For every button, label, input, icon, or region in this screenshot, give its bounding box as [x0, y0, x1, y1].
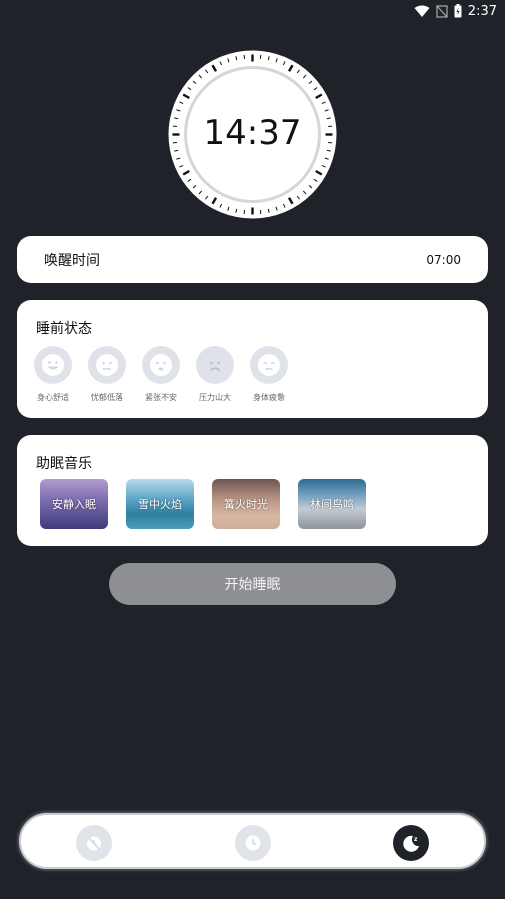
- smile-face-icon: [42, 354, 64, 376]
- track-label: 雪中火焰: [138, 498, 182, 511]
- signal-off-icon: [436, 4, 448, 18]
- start-sleep-button[interactable]: 开始睡眠: [109, 563, 396, 605]
- track-campfire-time[interactable]: 篝火时光: [212, 479, 280, 529]
- mood-comfortable[interactable]: 身心舒适: [34, 346, 72, 403]
- clock-icon: [245, 835, 261, 851]
- track-quiet-sleep[interactable]: 安静入眠: [40, 479, 108, 529]
- tired-face-icon: [258, 354, 280, 376]
- wake-time-label: 唤醒时间: [44, 252, 100, 269]
- moon-sleep-icon: z: [403, 835, 419, 852]
- track-label: 林间鸟鸣: [310, 498, 354, 511]
- status-bar: 2:37: [0, 0, 505, 22]
- track-fire-in-snow[interactable]: 雪中火焰: [126, 479, 194, 529]
- nav-alarm[interactable]: [76, 825, 112, 861]
- mood-stressed[interactable]: 压力山大: [196, 346, 234, 403]
- alarm-off-icon: [87, 836, 101, 851]
- frown-face-icon: [204, 354, 226, 376]
- wifi-icon: [414, 5, 430, 17]
- mood-anxious[interactable]: 紧张不安: [142, 346, 180, 403]
- track-label: 安静入眠: [52, 498, 96, 511]
- mood-tired[interactable]: 身体疲惫: [250, 346, 288, 403]
- sleep-music-title: 助眠音乐: [36, 456, 92, 472]
- nav-sleep[interactable]: z: [393, 825, 429, 861]
- nav-clock[interactable]: [235, 825, 271, 861]
- mood-label: 忧郁低落: [91, 393, 123, 402]
- sleep-state-title: 睡前状态: [36, 321, 92, 337]
- sleep-music-card: 助眠音乐 安静入眠 雪中火焰 篝火时光 林间鸟鸣: [17, 435, 488, 546]
- sleep-state-card: 睡前状态 身心舒适 忧郁低落 紧张不安 压力山大 身体疲惫: [17, 300, 488, 418]
- track-label: 篝火时光: [224, 498, 268, 511]
- wake-time-value: 07:00: [426, 252, 461, 267]
- bottom-nav: z: [19, 813, 486, 869]
- wake-time-row[interactable]: 唤醒时间 07:00: [17, 236, 488, 283]
- mood-depressed[interactable]: 忧郁低落: [88, 346, 126, 403]
- mood-label: 紧张不安: [145, 393, 177, 402]
- clock-dial: 14:37: [168, 50, 337, 219]
- status-time: 2:37: [467, 3, 497, 19]
- battery-icon: [454, 4, 462, 18]
- svg-text:z: z: [414, 836, 418, 843]
- mood-label: 压力山大: [199, 393, 231, 402]
- sad-face-icon: [96, 354, 118, 376]
- mood-list: 身心舒适 忧郁低落 紧张不安 压力山大 身体疲惫: [34, 346, 288, 403]
- clock-time: 14:37: [203, 113, 302, 153]
- mood-label: 身心舒适: [37, 393, 69, 402]
- track-forest-birdsong[interactable]: 林间鸟鸣: [298, 479, 366, 529]
- track-list: 安静入眠 雪中火焰 篝火时光 林间鸟鸣: [40, 479, 366, 529]
- worried-face-icon: [150, 354, 172, 376]
- mood-label: 身体疲惫: [253, 393, 285, 402]
